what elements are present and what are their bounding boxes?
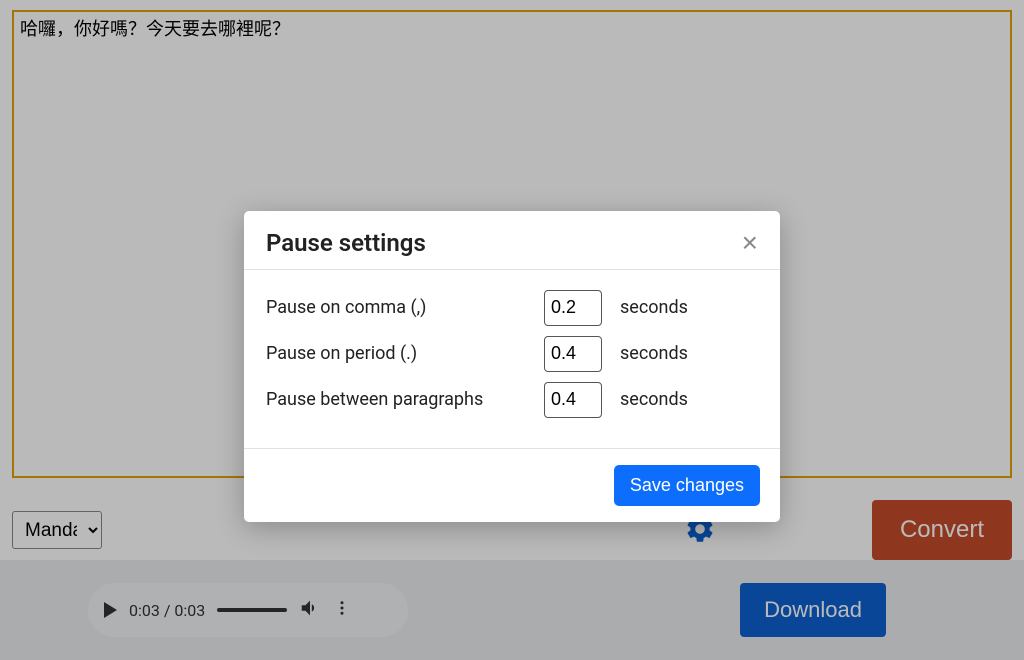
pause-comma-input[interactable] [544,290,602,326]
modal-body: Pause on comma (,) seconds Pause on peri… [244,270,780,448]
modal-footer: Save changes [244,448,780,522]
pause-label: Pause on comma (,) [266,297,544,318]
pause-row-comma: Pause on comma (,) seconds [266,290,758,326]
pause-unit: seconds [620,343,688,364]
pause-paragraph-input[interactable] [544,382,602,418]
save-button[interactable]: Save changes [614,465,760,506]
pause-label: Pause between paragraphs [266,389,544,410]
pause-unit: seconds [620,297,688,318]
pause-label: Pause on period (.) [266,343,544,364]
pause-row-paragraph: Pause between paragraphs seconds [266,382,758,418]
pause-period-input[interactable] [544,336,602,372]
close-button[interactable]: × [742,229,758,257]
close-icon: × [742,227,758,258]
modal-overlay[interactable]: Pause settings × Pause on comma (,) seco… [0,0,1024,660]
pause-settings-modal: Pause settings × Pause on comma (,) seco… [244,211,780,522]
pause-row-period: Pause on period (.) seconds [266,336,758,372]
pause-unit: seconds [620,389,688,410]
modal-header: Pause settings × [244,211,780,270]
modal-title: Pause settings [266,229,426,257]
